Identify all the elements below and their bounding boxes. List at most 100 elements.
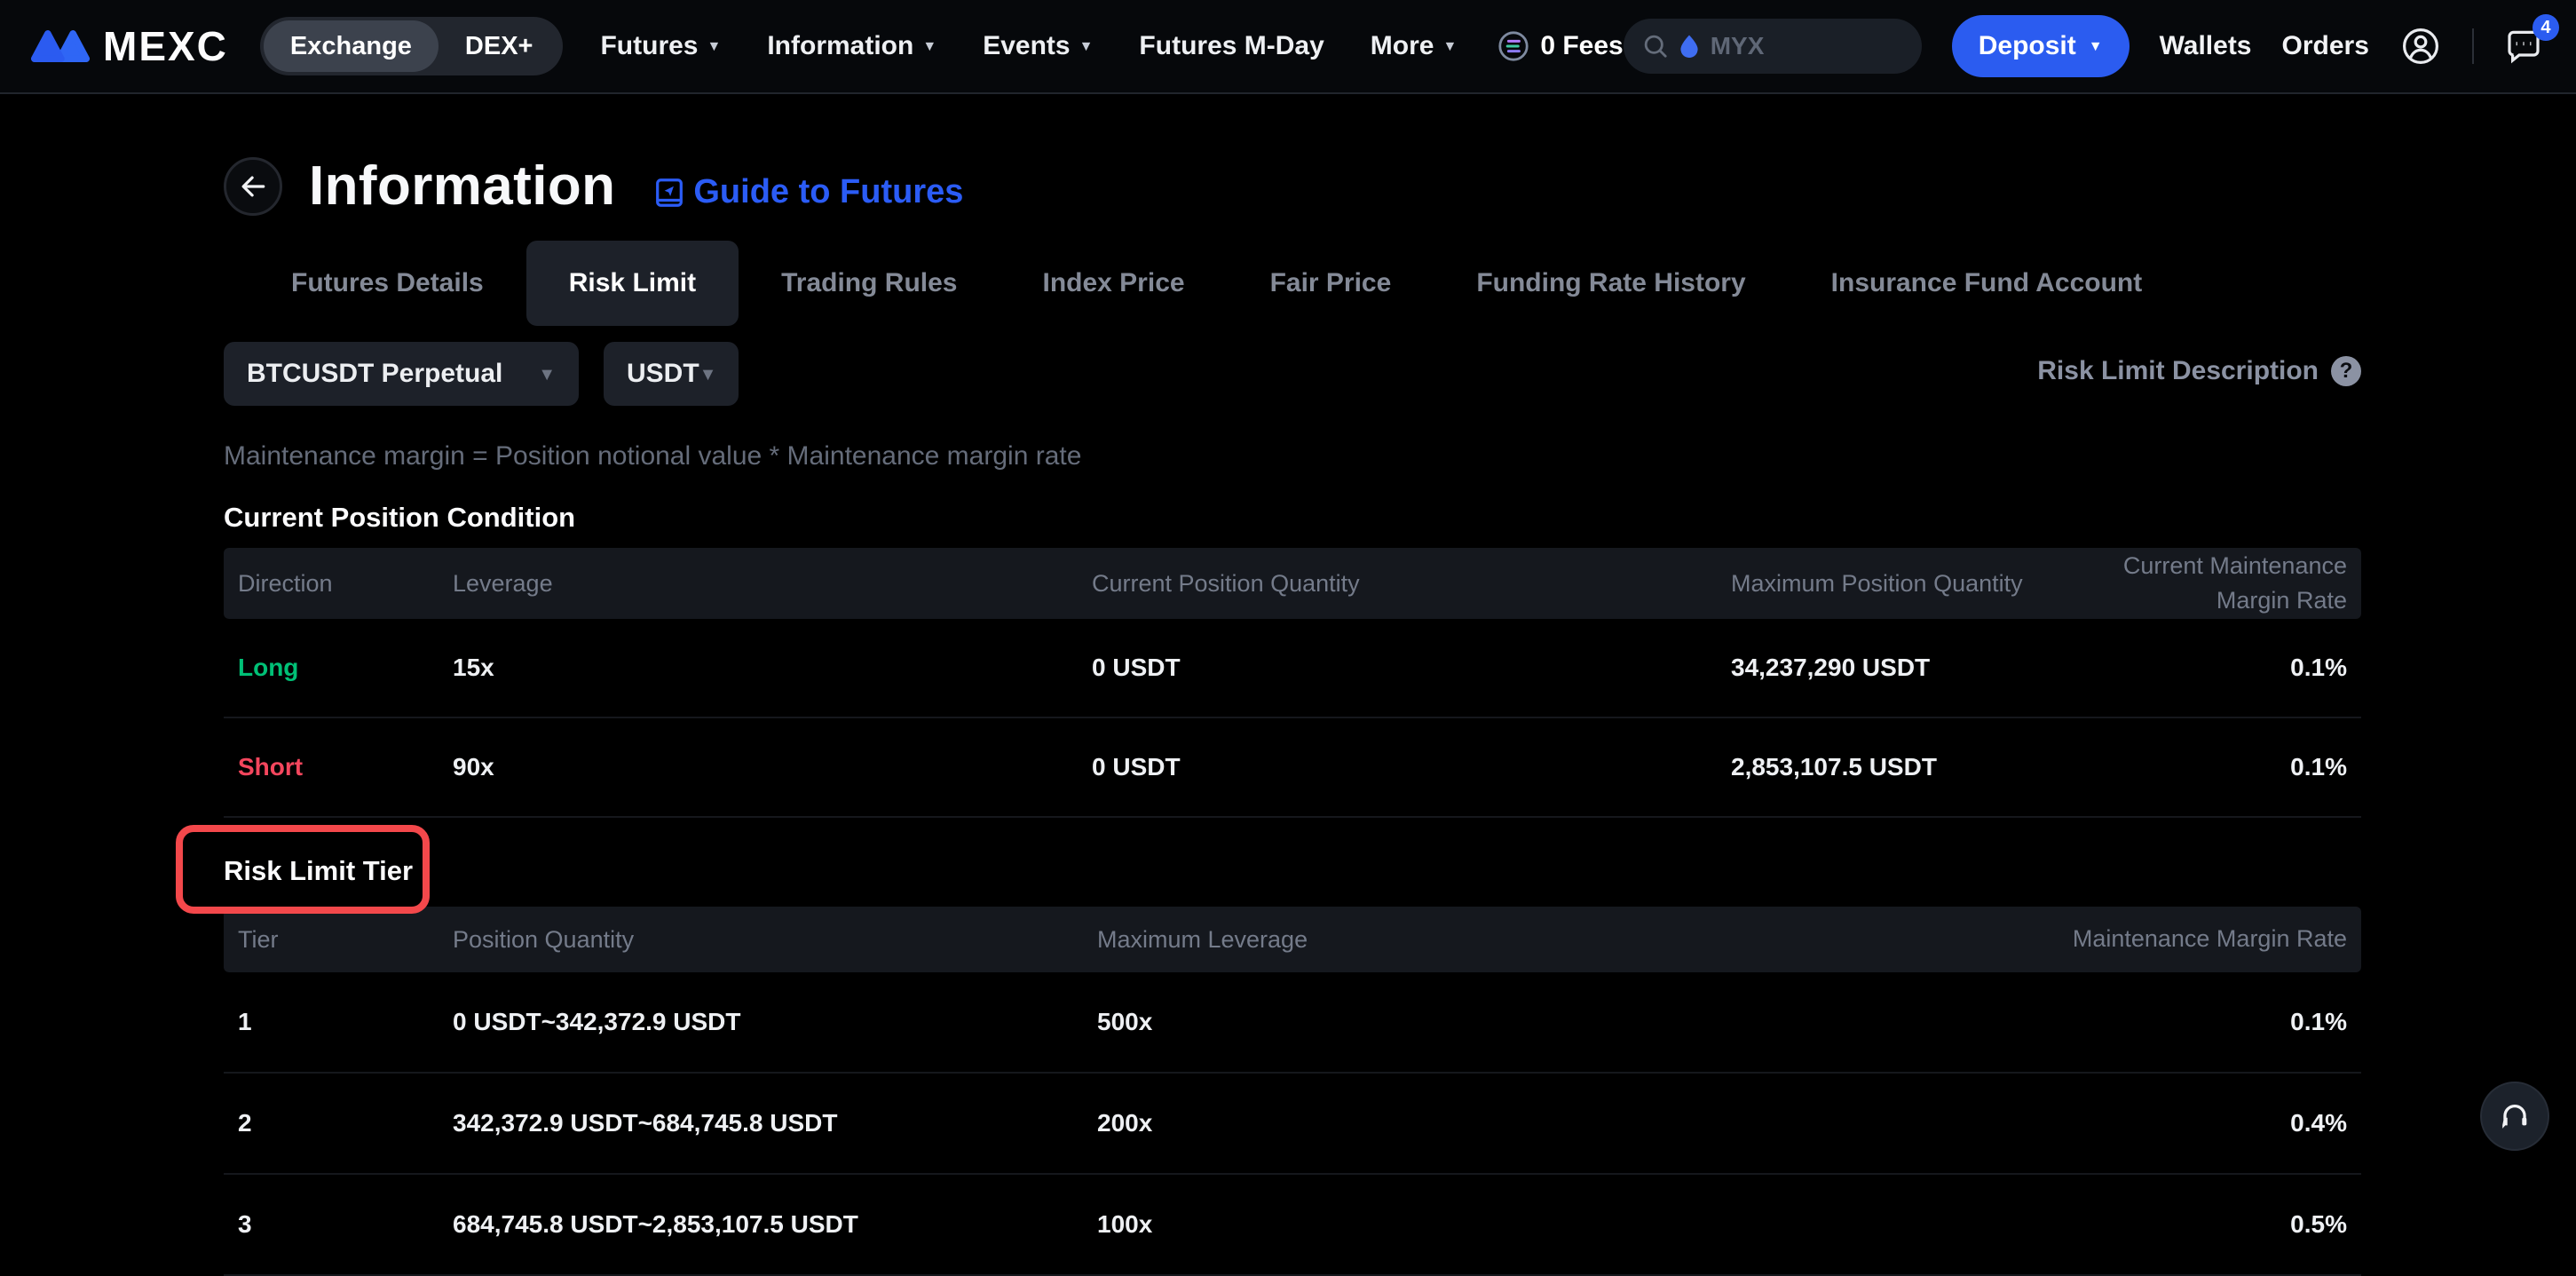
wallets-link[interactable]: Wallets <box>2160 31 2252 61</box>
coin-icon <box>1497 30 1529 62</box>
risk-limit-tier-heading: Risk Limit Tier <box>224 855 2576 887</box>
flame-icon <box>1679 34 1700 59</box>
exchange-dex-toggle: Exchange DEX+ <box>260 17 564 75</box>
max-leverage-value: 500x <box>1097 1008 1779 1036</box>
max-qty-value: 2,853,107.5 USDT <box>1731 753 2086 781</box>
menu-information[interactable]: Information ▼ <box>767 31 936 61</box>
quantity-range-value: 0 USDT~342,372.9 USDT <box>453 1008 1097 1036</box>
table-row: Long 15x 0 USDT 34,237,290 USDT 0.1% <box>224 619 2361 718</box>
table-header: Tier Position Quantity Maximum Leverage … <box>224 907 2361 972</box>
col-current-maintenance-margin-rate: Current Maintenance Margin Rate <box>2086 549 2347 618</box>
orders-link[interactable]: Orders <box>2282 31 2369 61</box>
search-icon <box>1643 34 1668 59</box>
user-profile-icon[interactable] <box>2399 25 2442 67</box>
tier-value: 2 <box>238 1109 453 1137</box>
direction-value: Short <box>238 753 453 781</box>
top-nav: MEXC Exchange DEX+ Futures ▼ Information… <box>0 0 2576 94</box>
direction-value: Long <box>238 654 453 682</box>
chevron-down-icon: ▼ <box>538 366 556 384</box>
tier-value: 1 <box>238 1008 453 1036</box>
current-position-table: Direction Leverage Current Position Quan… <box>224 548 2361 818</box>
toggle-exchange[interactable]: Exchange <box>264 20 439 72</box>
arrow-left-icon <box>237 170 269 202</box>
mexc-logo-icon <box>30 27 91 66</box>
current-position-condition-heading: Current Position Condition <box>224 502 2576 534</box>
filter-controls: BTCUSDT Perpetual ▼ USDT ▼ Risk Limit De… <box>224 342 2361 406</box>
max-leverage-value: 100x <box>1097 1210 1779 1239</box>
current-qty-value: 0 USDT <box>1092 654 1731 682</box>
table-row: 3 684,745.8 USDT~2,853,107.5 USDT 100x 0… <box>224 1175 2361 1276</box>
chevron-down-icon: ▼ <box>922 40 936 54</box>
deposit-button[interactable]: Deposit ▼ <box>1952 15 2130 77</box>
menu-futures-m-day[interactable]: Futures M-Day <box>1139 31 1324 61</box>
zero-fees-badge[interactable]: 0 Fees <box>1497 30 1623 62</box>
chevron-down-icon: ▼ <box>1442 40 1457 54</box>
title-row: Information Guide to Futures <box>224 155 2576 218</box>
messages-icon[interactable]: 4 <box>2504 27 2543 66</box>
tab-risk-limit[interactable]: Risk Limit <box>526 241 739 326</box>
col-tier: Tier <box>238 926 453 954</box>
maint-rate-value: 0.1% <box>2086 753 2347 781</box>
margin-rate-value: 0.5% <box>1779 1210 2347 1239</box>
chevron-down-icon: ▼ <box>707 40 722 54</box>
risk-limit-tier-heading-wrap: Risk Limit Tier <box>224 855 2576 887</box>
headset-icon <box>2498 1099 2532 1133</box>
information-page: Information Guide to Futures Futures Det… <box>0 155 2576 1276</box>
menu-more[interactable]: More ▼ <box>1371 31 1458 61</box>
table-row: 2 342,372.9 USDT~684,745.8 USDT 200x 0.4… <box>224 1074 2361 1175</box>
col-direction: Direction <box>238 570 453 598</box>
nav-right: Deposit ▼ Wallets Orders 4 <box>1624 15 2576 77</box>
tab-fair-price[interactable]: Fair Price <box>1228 241 1434 326</box>
tab-insurance-fund-account[interactable]: Insurance Fund Account <box>1789 241 2185 326</box>
max-leverage-value: 200x <box>1097 1109 1779 1137</box>
guide-to-futures-link[interactable]: Guide to Futures <box>652 173 963 211</box>
max-qty-value: 34,237,290 USDT <box>1731 654 2086 682</box>
nav-divider <box>2472 28 2474 64</box>
table-header: Direction Leverage Current Position Quan… <box>224 548 2361 619</box>
notification-badge: 4 <box>2533 14 2559 41</box>
chevron-down-icon: ▼ <box>2089 40 2103 54</box>
col-maximum-position-quantity: Maximum Position Quantity <box>1731 570 2086 598</box>
contract-select[interactable]: BTCUSDT Perpetual ▼ <box>224 342 579 406</box>
search-bar[interactable] <box>1624 19 1922 74</box>
customer-support-button[interactable] <box>2480 1082 2549 1151</box>
mexc-logo[interactable]: MEXC <box>30 22 228 70</box>
col-maximum-leverage: Maximum Leverage <box>1097 926 1779 954</box>
menu-futures[interactable]: Futures ▼ <box>600 31 721 61</box>
brand-name: MEXC <box>103 22 228 70</box>
tab-trading-rules[interactable]: Trading Rules <box>739 241 1000 326</box>
col-maintenance-margin-rate: Maintenance Margin Rate <box>1779 922 2347 956</box>
back-button[interactable] <box>224 157 282 216</box>
tier-value: 3 <box>238 1210 453 1239</box>
information-tabs: Futures Details Risk Limit Trading Rules… <box>249 241 2576 326</box>
margin-coin-select[interactable]: USDT ▼ <box>604 342 739 406</box>
help-icon[interactable]: ? <box>2331 356 2361 386</box>
current-qty-value: 0 USDT <box>1092 753 1731 781</box>
chevron-down-icon: ▼ <box>1079 40 1094 54</box>
tab-funding-rate-history[interactable]: Funding Rate History <box>1434 241 1788 326</box>
quantity-range-value: 342,372.9 USDT~684,745.8 USDT <box>453 1109 1097 1137</box>
nav-menus: Futures ▼ Information ▼ Events ▼ Futures… <box>600 31 1457 61</box>
risk-limit-tier-table: Tier Position Quantity Maximum Leverage … <box>224 907 2361 1276</box>
quantity-range-value: 684,745.8 USDT~2,853,107.5 USDT <box>453 1210 1097 1239</box>
col-leverage: Leverage <box>453 570 1092 598</box>
page-title: Information <box>309 155 615 218</box>
risk-limit-description: Risk Limit Description ? <box>2037 356 2361 386</box>
table-row: Short 90x 0 USDT 2,853,107.5 USDT 0.1% <box>224 718 2361 818</box>
col-position-quantity: Position Quantity <box>453 926 1097 954</box>
search-input[interactable] <box>1711 32 1860 60</box>
guide-book-icon <box>652 176 686 210</box>
menu-events[interactable]: Events ▼ <box>983 31 1093 61</box>
margin-rate-value: 0.1% <box>1779 1008 2347 1036</box>
col-current-position-quantity: Current Position Quantity <box>1092 570 1731 598</box>
chevron-down-icon: ▼ <box>699 366 717 384</box>
leverage-value: 90x <box>453 753 1092 781</box>
maintenance-margin-formula: Maintenance margin = Position notional v… <box>224 441 2576 472</box>
table-row: 1 0 USDT~342,372.9 USDT 500x 0.1% <box>224 972 2361 1074</box>
leverage-value: 15x <box>453 654 1092 682</box>
tab-futures-details[interactable]: Futures Details <box>249 241 526 326</box>
maint-rate-value: 0.1% <box>2086 654 2347 682</box>
toggle-dex[interactable]: DEX+ <box>439 20 560 72</box>
tab-index-price[interactable]: Index Price <box>1000 241 1227 326</box>
margin-rate-value: 0.4% <box>1779 1109 2347 1137</box>
